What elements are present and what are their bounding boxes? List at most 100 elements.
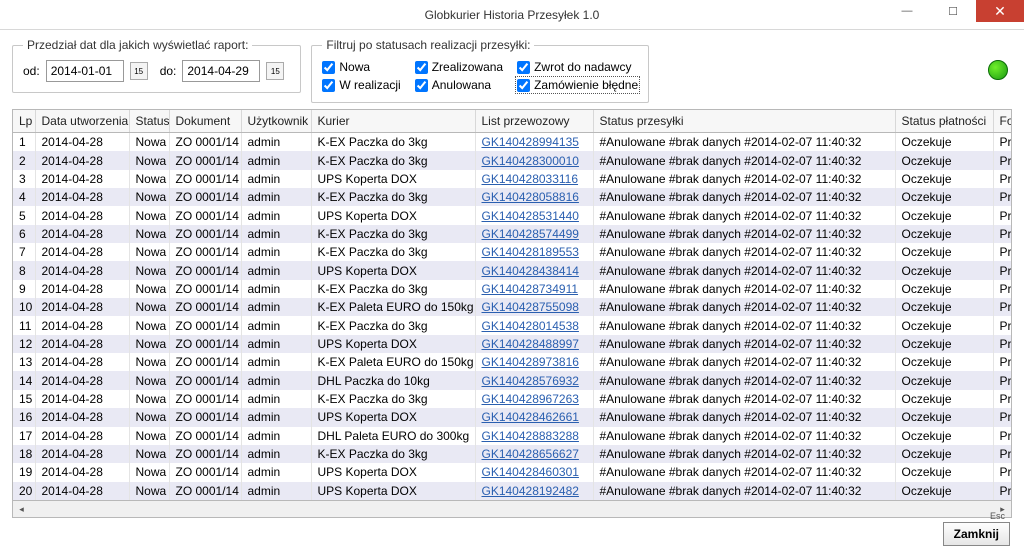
filter-w-realizacji[interactable]: W realizacji <box>322 78 400 92</box>
th-kurier[interactable]: Kurier <box>311 110 475 133</box>
table-row[interactable]: 52014-04-28NowaZO 0001/14adminUPS Kopert… <box>13 206 1012 224</box>
cell-lp: 12 <box>13 335 35 353</box>
cell-dokument: ZO 0001/14 <box>169 261 241 279</box>
waybill-link[interactable]: GK140428973816 <box>482 355 579 369</box>
waybill-link[interactable]: GK140428462661 <box>482 410 579 424</box>
minimize-button[interactable]: — <box>884 0 930 22</box>
close-window-button[interactable]: ✕ <box>976 0 1024 22</box>
table-row[interactable]: 32014-04-28NowaZO 0001/14adminUPS Kopert… <box>13 170 1012 188</box>
cell-kurier: UPS Koperta DOX <box>311 170 475 188</box>
hscroll-thumb[interactable] <box>32 503 992 516</box>
filter-zwrot[interactable]: Zwrot do nadawcy <box>517 60 638 74</box>
filter-zrealizowana[interactable]: Zrealizowana <box>415 60 503 74</box>
from-date-input[interactable] <box>46 60 124 82</box>
waybill-link[interactable]: GK140428033116 <box>482 172 579 186</box>
table-row[interactable]: 92014-04-28NowaZO 0001/14adminK-EX Paczk… <box>13 280 1012 298</box>
table-row[interactable]: 132014-04-28NowaZO 0001/14adminK-EX Pale… <box>13 353 1012 371</box>
cell-status: Nowa <box>129 408 169 426</box>
filter-anulowana[interactable]: Anulowana <box>415 78 503 92</box>
cell-data: 2014-04-28 <box>35 188 129 206</box>
filter-nowa[interactable]: Nowa <box>322 60 400 74</box>
to-date-input[interactable] <box>182 60 260 82</box>
th-lp[interactable]: Lp <box>13 110 35 133</box>
th-data[interactable]: Data utworzenia <box>35 110 129 133</box>
th-status-platnosci[interactable]: Status płatności <box>895 110 993 133</box>
cell-kurier: UPS Koperta DOX <box>311 206 475 224</box>
shipments-table-container: Lp Data utworzenia Status Dokument Użytk… <box>12 109 1012 501</box>
waybill-link[interactable]: GK140428734911 <box>482 282 579 296</box>
waybill-link[interactable]: GK140428488997 <box>482 337 579 351</box>
cell-data: 2014-04-28 <box>35 151 129 169</box>
table-row[interactable]: 42014-04-28NowaZO 0001/14adminK-EX Paczk… <box>13 188 1012 206</box>
table-row[interactable]: 152014-04-28NowaZO 0001/14adminK-EX Pacz… <box>13 390 1012 408</box>
waybill-link[interactable]: GK140428994135 <box>482 135 579 149</box>
waybill-link[interactable]: GK140428014538 <box>482 319 579 333</box>
waybill-link[interactable]: GK140428058816 <box>482 190 579 204</box>
filter-nowa-checkbox[interactable] <box>322 61 335 74</box>
scroll-left-icon[interactable]: ◂ <box>13 501 30 517</box>
th-status[interactable]: Status <box>129 110 169 133</box>
cell-kurier: UPS Koperta DOX <box>311 408 475 426</box>
filter-w-realizacji-checkbox[interactable] <box>322 79 335 92</box>
waybill-link[interactable]: GK140428531440 <box>482 209 579 223</box>
cell-list: GK140428488997 <box>475 335 593 353</box>
waybill-link[interactable]: GK140428574499 <box>482 227 579 241</box>
waybill-link[interactable]: GK140428576932 <box>482 374 579 388</box>
cell-status-platnosci: Oczekuje <box>895 206 993 224</box>
cell-dokument: ZO 0001/14 <box>169 188 241 206</box>
cell-lp: 13 <box>13 353 35 371</box>
table-row[interactable]: 142014-04-28NowaZO 0001/14adminDHL Paczk… <box>13 371 1012 389</box>
waybill-link[interactable]: GK140428438414 <box>482 264 579 278</box>
table-row[interactable]: 72014-04-28NowaZO 0001/14adminK-EX Paczk… <box>13 243 1012 261</box>
waybill-link[interactable]: GK140428300010 <box>482 154 579 168</box>
table-row[interactable]: 192014-04-28NowaZO 0001/14adminUPS Koper… <box>13 463 1012 481</box>
waybill-link[interactable]: GK140428883288 <box>482 429 579 443</box>
calendar-from-icon[interactable] <box>130 62 148 80</box>
th-dokument[interactable]: Dokument <box>169 110 241 133</box>
table-row[interactable]: 22014-04-28NowaZO 0001/14adminK-EX Paczk… <box>13 151 1012 169</box>
horizontal-scrollbar[interactable]: ◂ ▸ <box>12 501 1012 518</box>
filter-bledne-checkbox[interactable] <box>517 79 530 92</box>
cell-lp: 11 <box>13 316 35 334</box>
table-row[interactable]: 162014-04-28NowaZO 0001/14adminUPS Koper… <box>13 408 1012 426</box>
cell-forma-platnosci: Przelew banko <box>993 188 1012 206</box>
th-status-przesylki[interactable]: Status przesyłki <box>593 110 895 133</box>
waybill-link[interactable]: GK140428967263 <box>482 392 579 406</box>
cell-dokument: ZO 0001/14 <box>169 298 241 316</box>
filter-anulowana-checkbox[interactable] <box>415 79 428 92</box>
th-forma-platnosci[interactable]: Forma płatnoś <box>993 110 1012 133</box>
cell-user: admin <box>241 390 311 408</box>
cell-status-platnosci: Oczekuje <box>895 243 993 261</box>
th-uzytkownik[interactable]: Użytkownik <box>241 110 311 133</box>
table-row[interactable]: 62014-04-28NowaZO 0001/14adminK-EX Paczk… <box>13 225 1012 243</box>
table-row[interactable]: 122014-04-28NowaZO 0001/14adminUPS Koper… <box>13 335 1012 353</box>
th-list[interactable]: List przewozowy <box>475 110 593 133</box>
table-row[interactable]: 112014-04-28NowaZO 0001/14adminK-EX Pacz… <box>13 316 1012 334</box>
table-row[interactable]: 82014-04-28NowaZO 0001/14adminUPS Kopert… <box>13 261 1012 279</box>
waybill-link[interactable]: GK140428656627 <box>482 447 579 461</box>
filter-zrealizowana-checkbox[interactable] <box>415 61 428 74</box>
filter-zwrot-checkbox[interactable] <box>517 61 530 74</box>
cell-status-przesylki: #Anulowane #brak danych #2014-02-07 11:4… <box>593 316 895 334</box>
table-row[interactable]: 172014-04-28NowaZO 0001/14adminDHL Palet… <box>13 427 1012 445</box>
cell-data: 2014-04-28 <box>35 316 129 334</box>
waybill-link[interactable]: GK140428755098 <box>482 300 579 314</box>
table-row[interactable]: 102014-04-28NowaZO 0001/14adminK-EX Pale… <box>13 298 1012 316</box>
waybill-link[interactable]: GK140428460301 <box>482 465 579 479</box>
waybill-link[interactable]: GK140428189553 <box>482 245 579 259</box>
cell-user: admin <box>241 206 311 224</box>
waybill-link[interactable]: GK140428192482 <box>482 484 579 498</box>
cell-kurier: K-EX Paleta EURO do 150kg <box>311 353 475 371</box>
filter-bledne[interactable]: Zamówienie błędne <box>517 78 638 92</box>
table-row[interactable]: 12014-04-28NowaZO 0001/14adminK-EX Paczk… <box>13 133 1012 152</box>
cell-user: admin <box>241 335 311 353</box>
zamknij-button[interactable]: Esc Zamknij <box>943 522 1010 546</box>
cell-dokument: ZO 0001/14 <box>169 151 241 169</box>
maximize-button[interactable]: ☐ <box>930 0 976 22</box>
table-row[interactable]: 202014-04-28NowaZO 0001/14adminUPS Koper… <box>13 482 1012 500</box>
cell-status-przesylki: #Anulowane #brak danych #2014-02-07 11:4… <box>593 482 895 500</box>
calendar-to-icon[interactable] <box>266 62 284 80</box>
table-row[interactable]: 182014-04-28NowaZO 0001/14adminK-EX Pacz… <box>13 445 1012 463</box>
cell-dokument: ZO 0001/14 <box>169 445 241 463</box>
cell-status-przesylki: #Anulowane #brak danych #2014-02-07 11:4… <box>593 206 895 224</box>
